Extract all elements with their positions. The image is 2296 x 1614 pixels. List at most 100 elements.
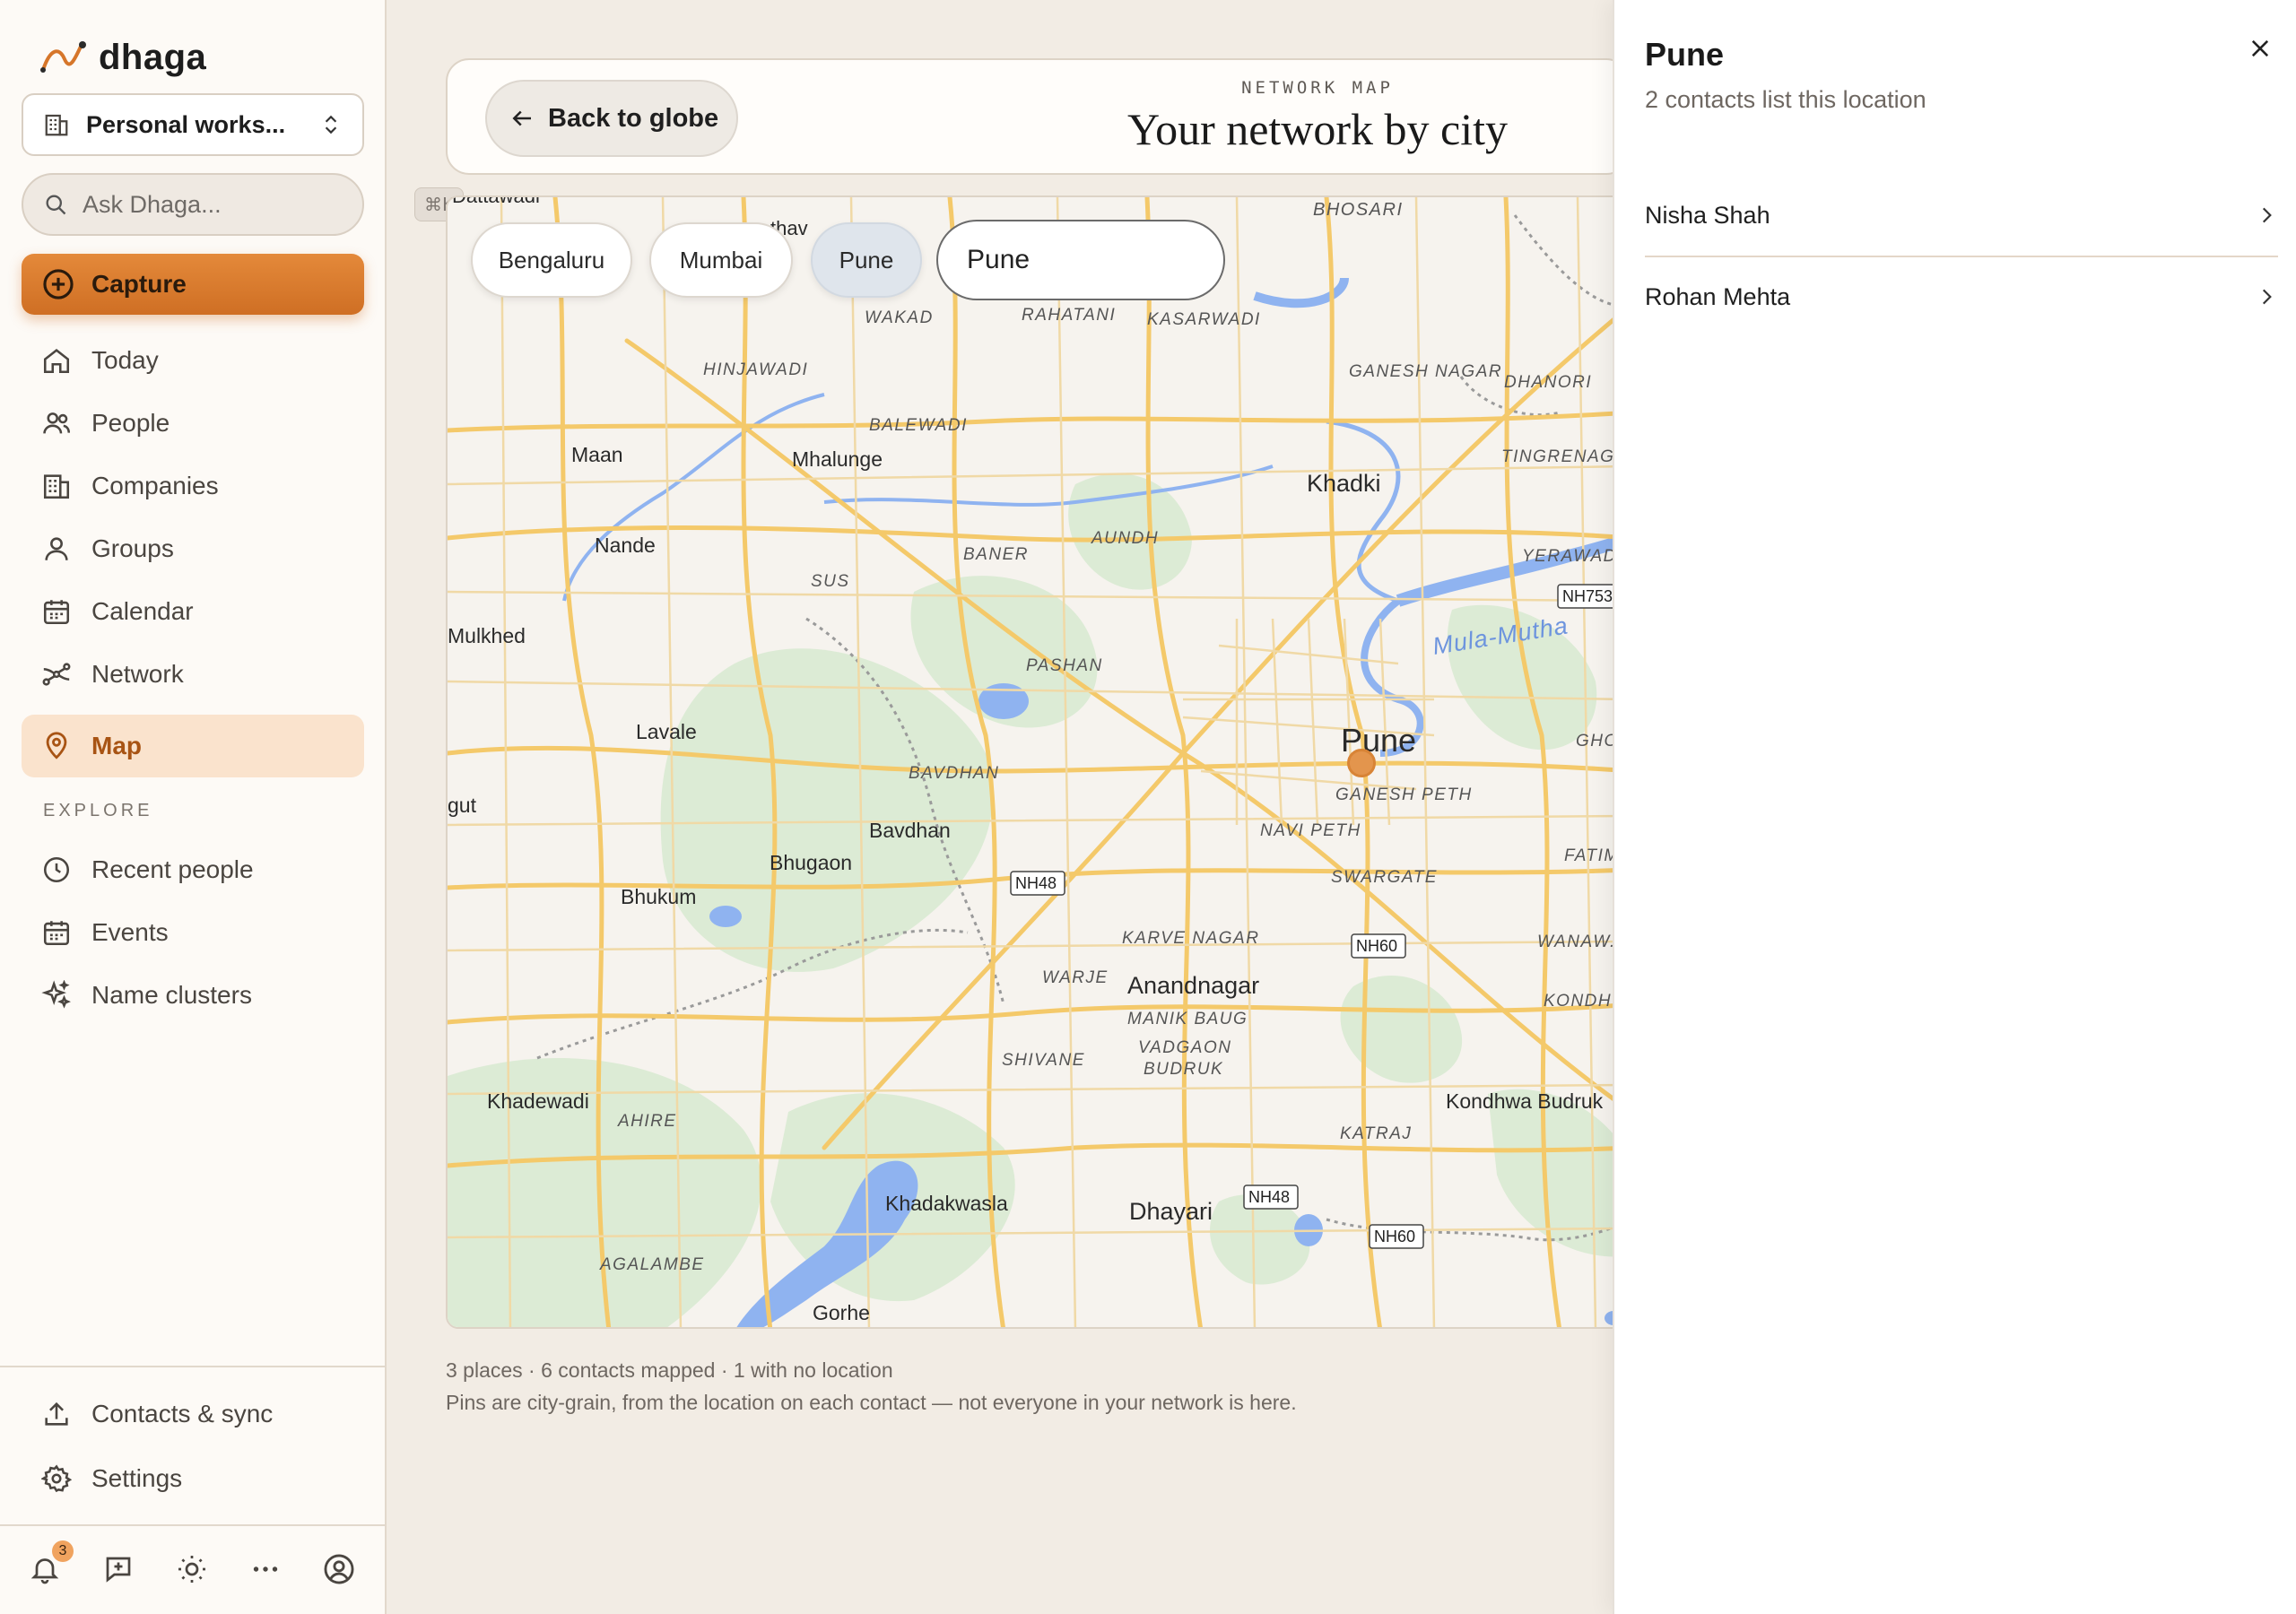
nav-events[interactable]: Events [22,901,364,964]
sun-icon [176,1553,208,1585]
location-detail-panel: Pune 2 contacts list this location Nisha… [1613,0,2296,1614]
sidebar-divider [0,1366,387,1367]
nav-label: Network [91,660,184,688]
map-label: Mulkhed [448,624,526,647]
ask-search-box[interactable]: ⌘K [22,173,465,236]
chevron-right-icon [2255,204,2278,227]
map-header-card: Back to globe NETWORK MAP Your network b… [446,58,1630,175]
building-icon [41,471,72,501]
map-label: YERAWAD [1522,547,1617,566]
back-to-globe-button[interactable]: Back to globe [485,80,739,157]
network-icon [41,659,72,690]
account-button[interactable] [321,1551,357,1587]
map-label: Khadakwasla [885,1192,1008,1215]
people-icon [41,408,72,438]
nav-label: Settings [91,1464,183,1492]
nav-contacts-sync[interactable]: Contacts & sync [22,1383,364,1445]
nav-groups[interactable]: Groups [22,517,364,580]
capture-button[interactable]: Capture [22,254,364,315]
city-pin-pune[interactable] [1347,749,1376,777]
notifications-button[interactable]: 3 [27,1540,74,1587]
groups-icon [41,534,72,564]
explore-heading: EXPLORE [43,801,153,820]
contact-row[interactable]: Nisha Shah [1645,175,2278,256]
nav-label: Groups [91,534,174,562]
map-label: Khadki [1307,470,1381,497]
nav-settings[interactable]: Settings [22,1447,364,1510]
map-label: Anandnagar [1127,972,1259,999]
map-label: KASARWADI [1147,310,1261,329]
city-chip-bengaluru[interactable]: Bengaluru [471,222,632,298]
home-icon [41,345,72,376]
nav-label: Calendar [91,597,194,625]
city-chip-pune[interactable]: Pune [811,222,922,298]
page-title: Your network by city [1126,104,1509,154]
theme-toggle-button[interactable] [174,1551,210,1587]
map-label: Kondhwa Budruk [1446,1089,1604,1113]
map-label: VADGAON [1138,1038,1231,1057]
sparkle-icon [41,980,72,1011]
map-label: Mhalunge [792,447,883,471]
add-message-icon [102,1553,135,1585]
city-search-input[interactable] [936,220,1225,300]
map-label: AUNDH [1091,529,1159,548]
gear-icon [41,1463,72,1494]
map-label: Khadewadi [487,1089,589,1113]
map-label: WARJE [1042,968,1109,987]
nav-label: Companies [91,472,219,499]
nav-people[interactable]: People [22,392,364,455]
chevron-updown-icon [319,113,343,136]
back-label: Back to globe [548,103,719,133]
map-label: HINJAWADI [703,360,808,379]
map-label: Lavale [636,720,697,743]
city-map[interactable]: Dattawadi thav BHOSARI WAKAD RAHATANI KA… [446,195,1630,1329]
nav-label: People [91,409,170,437]
map-label: Maan [571,443,623,466]
map-label: TINGRENAGA [1501,447,1628,466]
map-stats: 3 places · 6 contacts mapped · 1 with no… [446,1354,1297,1419]
nav-today[interactable]: Today [22,329,364,392]
nav-network[interactable]: Network [22,643,364,706]
workspace-switcher[interactable]: Personal works... [22,93,364,156]
nav-label: Recent people [91,855,254,883]
search-icon [43,192,68,217]
city-chip-mumbai[interactable]: Mumbai [649,222,793,298]
map-label: SHIVANE [1002,1051,1085,1070]
map-label: KARVE NAGAR [1122,929,1259,948]
header-eyebrow: NETWORK MAP [1241,78,1394,98]
map-label: NAVI PETH [1260,821,1361,840]
chevron-right-icon [2255,285,2278,308]
brand-name: dhaga [99,37,207,77]
highway-shield-label: NH48 [1248,1188,1290,1206]
map-label: SWARGATE [1331,868,1438,887]
nav-recent-people[interactable]: Recent people [22,838,364,901]
ask-search-input[interactable] [83,190,400,219]
contact-name: Rohan Mehta [1645,282,1791,310]
highway-shield-label: NH60 [1356,937,1397,955]
highway-shield-label: NH60 [1374,1228,1415,1245]
nav-label: Today [91,346,159,374]
map-label: Nande [595,534,656,557]
map-tiles[interactable]: Dattawadi thav BHOSARI WAKAD RAHATANI KA… [448,197,1630,1329]
upload-icon [41,1399,72,1429]
nav-map[interactable]: Map [22,715,364,777]
building-icon [43,111,70,138]
contact-row[interactable]: Rohan Mehta [1645,256,2278,337]
brand[interactable]: dhaga [39,32,206,82]
close-panel-button[interactable] [2242,30,2278,66]
nav-name-clusters[interactable]: Name clusters [22,964,364,1027]
map-label: RAHATANI [1022,306,1116,325]
nav-label: Name clusters [91,981,252,1009]
map-label: Dattawadi [452,197,540,207]
map-label: GANESH NAGAR [1349,362,1502,381]
more-button[interactable] [248,1551,283,1587]
map-stats-summary: 3 places · 6 contacts mapped · 1 with no… [446,1358,893,1382]
plus-circle-icon [41,267,75,301]
nav-companies[interactable]: Companies [22,455,364,517]
map-label: AHIRE [617,1112,677,1131]
map-label: BALEWADI [869,416,968,435]
panel-subtitle: 2 contacts list this location [1645,86,1926,113]
new-note-button[interactable] [100,1551,136,1587]
brand-logo-icon [39,39,86,75]
nav-calendar[interactable]: Calendar [22,580,364,643]
